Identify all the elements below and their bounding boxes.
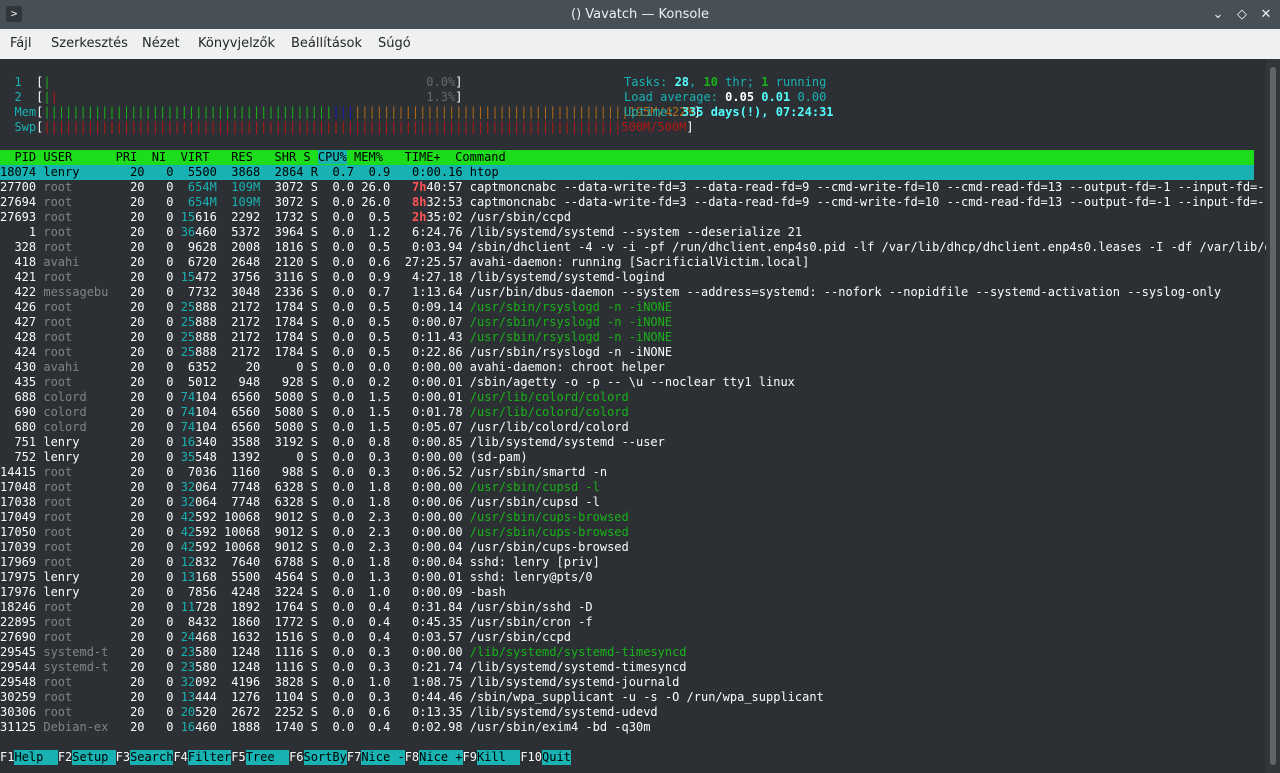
cpu2-meter: 2 [|| 1.3%] [14,90,463,104]
window-title: () Vavatch — Konsole [571,7,709,22]
menu-help[interactable]: Súgó [378,29,411,59]
process-row[interactable]: 690 colord 20 0 74104 6560 5080 S 0.0 1.… [0,405,1254,420]
terminal-scrollbar[interactable] [1266,59,1280,773]
menu-bar: Fájl Szerkesztés Nézet Könyvjelzők Beáll… [0,29,1280,59]
title-bar: > () Vavatch — Konsole ⌄ ◇ ✕ [0,0,1280,29]
process-row[interactable]: 751 lenry 20 0 16340 3588 3192 S 0.0 0.8… [0,435,1254,450]
process-row[interactable]: 29544 systemd-t 20 0 23580 1248 1116 S 0… [0,660,1254,675]
sort-column-cpu[interactable]: CPU% [317,150,347,164]
process-row[interactable]: 17975 lenry 20 0 13168 5500 4564 S 0.0 1… [0,570,1254,585]
maximize-button[interactable]: ◇ [1232,5,1252,25]
process-row[interactable]: 17969 root 20 0 12832 7640 6788 S 0.0 1.… [0,555,1254,570]
cpu1-meter: 1 [| 0.0%] [14,75,463,89]
fkey-f7[interactable]: F7 [347,750,361,764]
fkey-label-f7[interactable]: Nice - [361,750,405,765]
fkey-label-f9[interactable]: Kill [476,750,521,765]
process-row[interactable]: 29545 systemd-t 20 0 23580 1248 1116 S 0… [0,645,1254,660]
fkey-label-f4[interactable]: Filter [187,750,232,765]
process-row[interactable]: 435 root 20 0 5012 948 928 S 0.0 0.2 0:0… [0,375,1254,390]
process-row[interactable]: 752 lenry 20 0 35548 1392 0 S 0.0 0.3 0:… [0,450,1254,465]
menu-view[interactable]: Nézet [142,29,180,59]
process-row[interactable]: 418 avahi 20 0 6720 2648 2120 S 0.0 0.6 … [0,255,1254,270]
process-row[interactable]: 427 root 20 0 25888 2172 1784 S 0.0 0.5 … [0,315,1254,330]
minimize-button[interactable]: ⌄ [1208,5,1228,25]
fkey-f10[interactable]: F10 [520,750,542,764]
process-row[interactable]: 27690 root 20 0 24468 1632 1516 S 0.0 0.… [0,630,1254,645]
terminal-area[interactable]: 1 [| 0.0%] 2 [|| 1.3%] Mem[|||||||||||||… [0,59,1280,773]
process-row[interactable]: 30306 root 20 0 20520 2672 2252 S 0.0 0.… [0,705,1254,720]
process-row[interactable]: 17976 lenry 20 0 7856 4248 3224 S 0.0 1.… [0,585,1254,600]
process-row[interactable]: 422 messagebu 20 0 7732 3048 2336 S 0.0 … [0,285,1254,300]
fkey-label-f2[interactable]: Setup [72,750,116,765]
process-row[interactable]: 17039 root 20 0 42592 10068 9012 S 0.0 2… [0,540,1254,555]
process-row[interactable]: 14415 root 20 0 7036 1160 988 S 0.0 0.3 … [0,465,1254,480]
fkey-f2[interactable]: F2 [58,750,72,764]
fkey-label-f6[interactable]: SortBy [303,750,347,765]
process-row[interactable]: 328 root 20 0 9628 2008 1816 S 0.0 0.5 0… [0,240,1280,255]
process-row[interactable]: 27693 root 20 0 15616 2292 1732 S 0.0 0.… [0,210,1254,225]
process-row[interactable]: 430 avahi 20 0 6352 20 0 S 0.0 0.0 0:00.… [0,360,1254,375]
process-row[interactable]: 17049 root 20 0 42592 10068 9012 S 0.0 2… [0,510,1254,525]
process-table-header[interactable]: PID USER PRI NI VIRT RES SHR S CPU% MEM%… [0,150,1254,165]
process-row[interactable]: 680 colord 20 0 74104 6560 5080 S 0.0 1.… [0,420,1254,435]
process-row[interactable]: 18074 lenry 20 0 5500 3868 2864 R 0.7 0.… [0,165,1254,180]
fkey-label-f1[interactable]: Help [14,750,58,765]
fkey-f9[interactable]: F9 [463,750,477,764]
fkey-label-f3[interactable]: Search [130,750,174,765]
mem-meter: Mem[||||||||||||||||||||||||||||||||||||… [14,105,701,119]
process-row[interactable]: 18246 root 20 0 11728 1892 1764 S 0.0 0.… [0,600,1254,615]
process-row[interactable]: 27694 root 20 0 654M 109M 3072 S 0.0 26.… [0,195,1280,210]
fkey-f5[interactable]: F5 [231,750,245,764]
fkey-f3[interactable]: F3 [116,750,130,764]
fkey-f4[interactable]: F4 [173,750,187,764]
function-key-bar: F1Help F2Setup F3SearchF4FilterF5Tree F6… [0,750,1254,765]
load-average-stat: Load average: 0.05 0.01 0.00 [624,90,827,104]
fkey-label-f8[interactable]: Nice + [419,750,463,765]
process-row[interactable]: 27700 root 20 0 654M 109M 3072 S 0.0 26.… [0,180,1280,195]
process-row[interactable]: 424 root 20 0 25888 2172 1784 S 0.0 0.5 … [0,345,1254,360]
process-row[interactable]: 30259 root 20 0 13444 1276 1104 S 0.0 0.… [0,690,1254,705]
process-row[interactable]: 421 root 20 0 15472 3756 3116 S 0.0 0.9 … [0,270,1254,285]
menu-file[interactable]: Fájl [10,29,31,59]
menu-bookmarks[interactable]: Könyvjelzők [198,29,275,59]
process-row[interactable]: 17048 root 20 0 32064 7748 6328 S 0.0 1.… [0,480,1254,495]
close-button[interactable]: ✕ [1256,5,1276,25]
uptime-stat: Uptime: 335 days(!), 07:24:31 [624,105,834,119]
process-row[interactable]: 31125 Debian-ex 20 0 16460 1888 1740 S 0… [0,720,1254,735]
fkey-label-f10[interactable]: Quit [542,750,571,765]
process-row[interactable]: 426 root 20 0 25888 2172 1784 S 0.0 0.5 … [0,300,1254,315]
process-row[interactable]: 17050 root 20 0 42592 10068 9012 S 0.0 2… [0,525,1254,540]
menu-settings[interactable]: Beállítások [291,29,362,59]
process-row[interactable]: 29548 root 20 0 32092 4196 3828 S 0.0 1.… [0,675,1254,690]
fkey-f8[interactable]: F8 [405,750,419,764]
process-row[interactable]: 1 root 20 0 36460 5372 3964 S 0.0 1.2 6:… [0,225,1254,240]
process-row[interactable]: 428 root 20 0 25888 2172 1784 S 0.0 0.5 … [0,330,1254,345]
fkey-label-f5[interactable]: Tree [245,750,290,765]
swap-meter: Swp[||||||||||||||||||||||||||||||||||||… [14,120,694,134]
process-row[interactable]: 22895 root 20 0 8432 1860 1772 S 0.0 0.4… [0,615,1254,630]
fkey-f6[interactable]: F6 [289,750,303,764]
process-row[interactable]: 688 colord 20 0 74104 6560 5080 S 0.0 1.… [0,390,1254,405]
tasks-stat: Tasks: 28, 10 thr; 1 running [624,75,827,89]
scrollbar-thumb[interactable] [1270,67,1276,765]
fkey-f1[interactable]: F1 [0,750,14,764]
process-row[interactable]: 17038 root 20 0 32064 7748 6328 S 0.0 1.… [0,495,1254,510]
menu-edit[interactable]: Szerkesztés [51,29,128,59]
